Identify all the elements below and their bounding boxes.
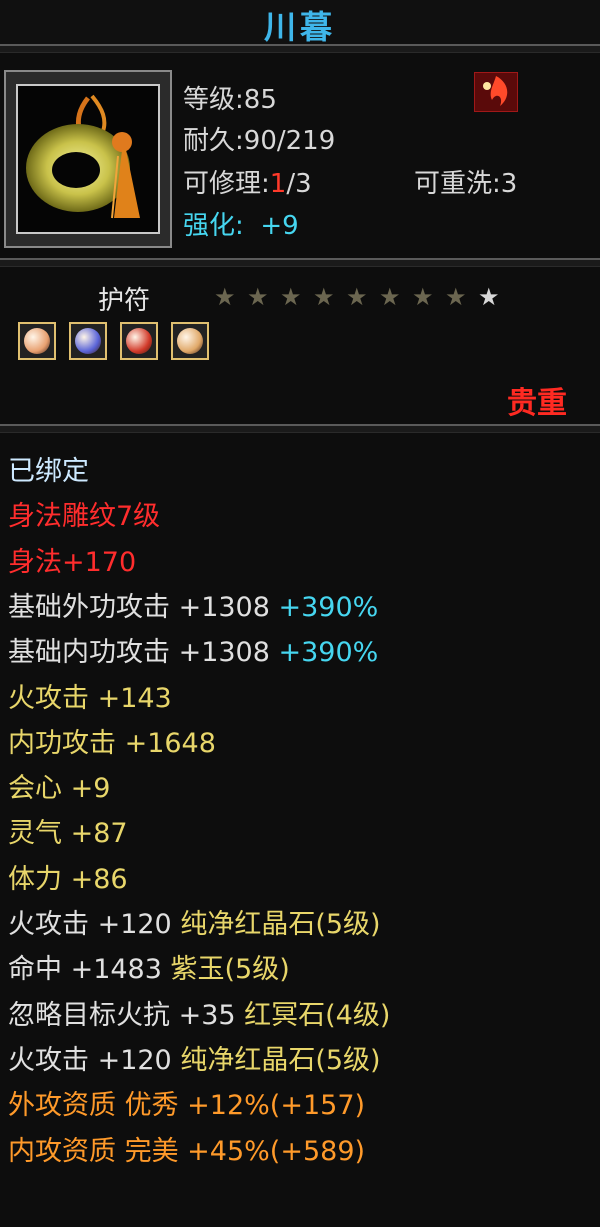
attribute-text: 内功攻击 +1648 bbox=[8, 727, 216, 759]
attribute-row: 火攻击 +120 纯净红晶石(5级) bbox=[8, 909, 381, 941]
star-filled-icon: ★ bbox=[412, 283, 434, 311]
level-value: 85 bbox=[243, 85, 277, 115]
header-divider bbox=[0, 258, 600, 267]
star-filled-icon: ★ bbox=[379, 283, 401, 311]
set-bonus-icon[interactable] bbox=[473, 71, 519, 113]
star-filled-icon: ★ bbox=[247, 283, 269, 311]
durability-label: 耐久 bbox=[183, 126, 236, 156]
attribute-row: 身法雕纹7级 bbox=[8, 501, 160, 533]
attribute-text: 体力 +86 bbox=[8, 863, 128, 895]
attribute-row: 火攻击 +120 纯净红晶石(5级) bbox=[8, 1045, 381, 1077]
amulet-icon bbox=[26, 94, 140, 219]
gem-core bbox=[75, 328, 101, 354]
attribute-row: 已绑定 bbox=[8, 456, 89, 488]
attribute-row: 体力 +86 bbox=[8, 864, 128, 896]
orange-gem-icon[interactable] bbox=[18, 322, 56, 360]
repair-total: /3 bbox=[286, 169, 312, 199]
blue-gem-icon[interactable] bbox=[69, 322, 107, 360]
attribute-text: 命中 +1483 bbox=[8, 954, 162, 986]
attribute-row: 内攻资质 完美 +45%(+589) bbox=[8, 1136, 365, 1168]
item-icon-slot bbox=[16, 84, 160, 234]
attribute-text: 内攻资质 完美 +45%(+589) bbox=[8, 1135, 366, 1167]
attribute-text: 已绑定 bbox=[8, 456, 89, 487]
attribute-text: 忽略目标火抗 +35 bbox=[8, 999, 236, 1031]
title-divider bbox=[0, 44, 600, 53]
repair-stat: 可修理:1/3 bbox=[183, 169, 312, 199]
attribute-text: 身法+170 bbox=[8, 546, 137, 578]
attribute-text: 外攻资质 优秀 +12%(+157) bbox=[8, 1090, 366, 1122]
attribute-extra: 红冥石(4级) bbox=[235, 999, 391, 1031]
gem-core bbox=[177, 328, 203, 354]
star-filled-icon: ★ bbox=[445, 283, 467, 311]
red-gem-icon[interactable] bbox=[120, 322, 158, 360]
durability-stat: 耐久:90/219 bbox=[183, 126, 336, 156]
attribute-extra: +390% bbox=[269, 591, 379, 623]
durability-value: 90/219 bbox=[243, 126, 336, 156]
attribute-row: 火攻击 +143 bbox=[8, 683, 172, 715]
level-stat: 等级:85 bbox=[183, 85, 277, 115]
title-bar: 川暮 bbox=[0, 0, 600, 46]
attribute-extra: 纯净红晶石(5级) bbox=[171, 909, 381, 940]
attribute-row: 基础外功攻击 +1308 +390% bbox=[8, 592, 378, 624]
star-filled-icon: ★ bbox=[214, 283, 236, 311]
item-quality: 贵重 bbox=[507, 386, 567, 421]
attribute-row: 忽略目标火抗 +35 红冥石(4级) bbox=[8, 1000, 390, 1032]
attribute-extra: 紫玉(5级) bbox=[161, 954, 290, 986]
rewash-value: 3 bbox=[500, 169, 518, 199]
attribute-extra: +390% bbox=[269, 637, 379, 669]
attribute-text: 火攻击 +120 bbox=[8, 1044, 172, 1076]
level-label: 等级 bbox=[183, 85, 236, 115]
star-filled-icon: ★ bbox=[346, 283, 368, 311]
attribute-row: 会心 +9 bbox=[8, 773, 110, 805]
gem-core bbox=[126, 328, 152, 354]
attribute-text: 身法雕纹7级 bbox=[8, 501, 161, 533]
star-filled-icon: ★ bbox=[280, 283, 302, 311]
attribute-row: 身法+170 bbox=[8, 547, 136, 579]
gem-core bbox=[24, 328, 50, 354]
attribute-row: 命中 +1483 紫玉(5级) bbox=[8, 954, 290, 986]
attribute-divider bbox=[0, 424, 600, 433]
attribute-extra: 纯净红晶石(5级) bbox=[171, 1044, 381, 1076]
rewash-stat: 可重洗:3 bbox=[414, 169, 518, 199]
attribute-text: 基础外功攻击 +1308 bbox=[8, 591, 270, 623]
repair-used: 1 bbox=[269, 169, 287, 199]
attribute-text: 基础内功攻击 +1308 bbox=[8, 637, 270, 669]
star-filled-icon: ★ bbox=[313, 283, 335, 311]
rewash-label: 可重洗 bbox=[414, 169, 493, 199]
attribute-row: 外攻资质 优秀 +12%(+157) bbox=[8, 1090, 365, 1122]
enhance-value: +9 bbox=[260, 211, 299, 241]
item-icon-frame[interactable] bbox=[4, 70, 172, 248]
attribute-text: 灵气 +87 bbox=[8, 818, 128, 850]
item-title: 川暮 bbox=[263, 8, 336, 46]
item-type: 护符 bbox=[98, 286, 151, 316]
attribute-row: 基础内功攻击 +1308 +390% bbox=[8, 637, 378, 669]
repair-label: 可修理 bbox=[183, 169, 262, 199]
attribute-text: 火攻击 +143 bbox=[8, 682, 172, 714]
enhance-stat: 强化: +9 bbox=[183, 211, 299, 241]
flame-icon bbox=[473, 71, 519, 113]
enhance-label: 强化 bbox=[183, 211, 236, 241]
attribute-row: 内功攻击 +1648 bbox=[8, 728, 216, 760]
star-empty-icon: ★ bbox=[478, 283, 500, 311]
attribute-text: 会心 +9 bbox=[8, 773, 111, 805]
attribute-row: 灵气 +87 bbox=[8, 818, 128, 850]
attribute-text: 火攻击 +120 bbox=[8, 909, 172, 940]
gold-gem-icon[interactable] bbox=[171, 322, 209, 360]
